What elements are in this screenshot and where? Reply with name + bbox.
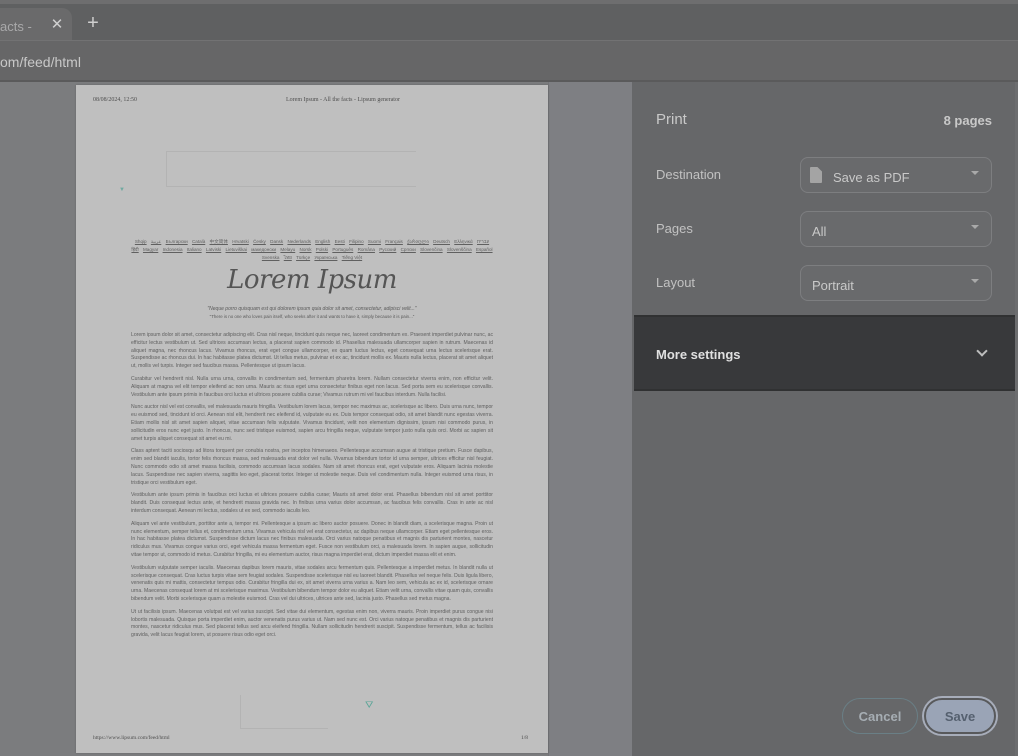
language-link[interactable]: ไทย [284, 255, 292, 260]
close-icon[interactable]: ✕ [48, 16, 66, 34]
language-link[interactable]: Suomi [368, 239, 381, 244]
language-link[interactable]: Ελληνικά [454, 239, 472, 244]
panel-title: Print [656, 111, 687, 128]
destination-label: Destination [656, 167, 722, 182]
language-link[interactable]: Hrvatski [232, 239, 249, 244]
cancel-button[interactable]: Cancel [842, 698, 918, 734]
language-links: Shqip عربية Български Català 中文简体 Hrvats… [128, 238, 496, 263]
ad-frame [166, 151, 416, 187]
language-link[interactable]: हिंदी [131, 247, 138, 252]
paragraph: Aliquam vel ante vestibulum, porttitor a… [131, 520, 493, 558]
language-link[interactable]: عربية [151, 239, 161, 244]
page-footer-url: https://www.lipsum.com/feed/html [93, 735, 170, 741]
tab-bar: acts - ✕ + [0, 0, 1018, 44]
page-header-title: Lorem Ipsum - All the facts - Lipsum gen… [286, 97, 400, 103]
language-link[interactable]: Svenska [262, 255, 280, 260]
browser-tab[interactable]: acts - ✕ [0, 8, 72, 44]
layout-select[interactable]: Portrait [800, 265, 992, 301]
print-preview: 08/08/2024, 12:50 Lorem Ipsum - All the … [0, 82, 632, 756]
quote-translation: "There is no one who loves pain itself, … [209, 314, 415, 319]
language-link[interactable]: Slovenščina [447, 247, 472, 252]
language-link[interactable]: Nederlands [287, 239, 311, 244]
plus-icon[interactable]: + [84, 12, 102, 34]
language-link[interactable]: Pyccкий [379, 247, 396, 252]
language-link[interactable]: Indonesia [163, 247, 183, 252]
language-link[interactable]: Româna [358, 247, 375, 252]
language-link[interactable]: Eesti [335, 239, 345, 244]
preview-margin [548, 82, 632, 756]
pages-label: Pages [656, 221, 693, 236]
language-link[interactable]: Português [332, 247, 353, 252]
language-link[interactable]: Česky [253, 239, 266, 244]
language-link[interactable]: Lietuviškai [226, 247, 247, 252]
layout-value: Portrait [812, 278, 854, 293]
language-link[interactable]: Español [476, 247, 493, 252]
language-link[interactable]: English [315, 239, 330, 244]
save-button[interactable]: Save [924, 698, 996, 734]
language-link[interactable]: עברית [477, 239, 489, 244]
language-link[interactable]: Tiếng Việt [342, 255, 362, 260]
language-link[interactable]: Српски [401, 247, 416, 252]
destination-value: Save as PDF [833, 170, 910, 185]
language-link[interactable]: Català [192, 239, 205, 244]
caret-down-icon [971, 171, 979, 175]
page-count: 8 pages [943, 113, 992, 128]
paragraph: Class aptent taciti sociosqu ad litora t… [131, 448, 493, 486]
language-link[interactable]: Italiano [187, 247, 202, 252]
language-link[interactable]: Magyar [143, 247, 158, 252]
page-number: 1/8 [521, 735, 529, 741]
language-link[interactable]: Українська [314, 255, 337, 260]
paragraph: Vestibulum vulputate semper iaculis. Mae… [131, 564, 493, 602]
file-icon [810, 167, 822, 183]
language-link[interactable]: ქართული [407, 239, 429, 244]
language-link[interactable]: Français [385, 239, 403, 244]
language-link[interactable]: Filipino [349, 239, 364, 244]
caret-down-icon [971, 225, 979, 229]
language-link[interactable]: Melayu [280, 247, 295, 252]
language-link[interactable]: 中文简体 [210, 239, 228, 244]
language-link[interactable]: Български [166, 239, 188, 244]
paragraph: Curabitur vel hendrerit nisl. Nulla urna… [131, 375, 493, 398]
preview-page: 08/08/2024, 12:50 Lorem Ipsum - All the … [76, 85, 548, 753]
language-link[interactable]: Slovenčina [420, 247, 442, 252]
address-bar[interactable]: om/feed/html [0, 40, 1018, 82]
language-link[interactable]: Polski [316, 247, 328, 252]
body-text: Lorem ipsum dolor sit amet, consectetur … [131, 332, 493, 645]
more-settings-toggle[interactable]: More settings [634, 315, 1016, 391]
url-text: om/feed/html [0, 54, 81, 70]
pages-value: All [812, 224, 827, 239]
language-link[interactable]: Deutsch [433, 239, 450, 244]
print-settings-panel: Print 8 pages Destination Save as PDF Pa… [632, 82, 1018, 756]
quote: "Neque porro quisquam est qui dolorem ip… [207, 306, 417, 312]
language-link[interactable]: Norsk [300, 247, 312, 252]
caret-down-icon [971, 279, 979, 283]
tab-title: acts - [0, 18, 32, 34]
document-title: Lorem Ipsum [227, 265, 397, 295]
pages-select[interactable]: All [800, 211, 992, 247]
ad-frame [240, 695, 328, 729]
paragraph: Ut ut facilisis ipsum. Maecenas volutpat… [131, 608, 493, 639]
pin-icon: ▼ [119, 187, 125, 193]
chevron-down-icon [976, 345, 988, 357]
paragraph: Vestibulum ante ipsum primis in faucibus… [131, 492, 493, 514]
language-link[interactable]: македонски [251, 247, 276, 252]
cursor-icon: ⛛ [365, 700, 374, 711]
more-settings-label: More settings [656, 347, 741, 362]
language-link[interactable]: Dansk [270, 239, 283, 244]
destination-select[interactable]: Save as PDF [800, 157, 992, 193]
paragraph: Lorem ipsum dolor sit amet, consectetur … [131, 332, 493, 370]
paragraph: Nunc auctor nisl vel est convallis, vel … [131, 404, 493, 442]
layout-label: Layout [656, 275, 696, 290]
language-link[interactable]: Latviski [206, 247, 221, 252]
language-link[interactable]: Shqip [135, 239, 147, 244]
page-header-date: 08/08/2024, 12:50 [93, 97, 138, 103]
language-link[interactable]: Türkçe [296, 255, 310, 260]
